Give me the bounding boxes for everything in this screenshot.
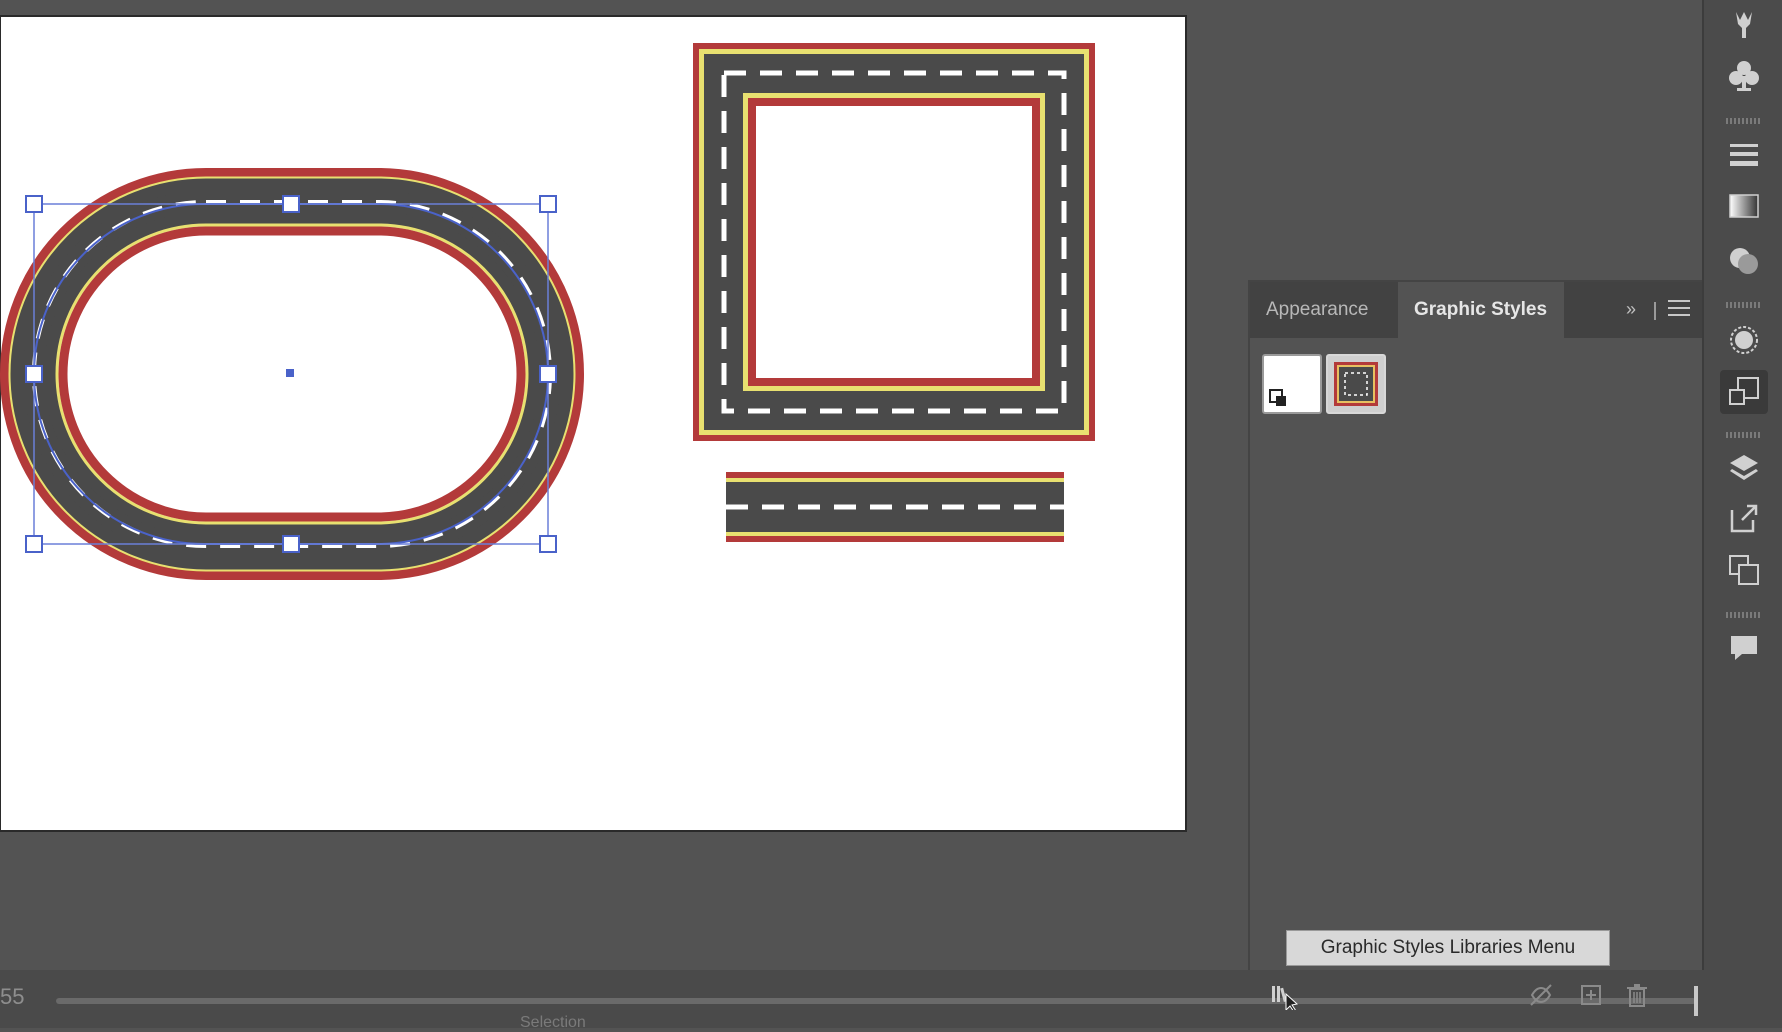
default-graphic-style-swatch[interactable] <box>1262 354 1322 414</box>
panel-group-grip[interactable] <box>1726 302 1762 308</box>
panel-menu-icon[interactable] <box>1668 300 1690 318</box>
artboards-icon[interactable] <box>1720 548 1768 592</box>
status-mode-label: Selection <box>520 1014 586 1031</box>
appearance-icon[interactable] <box>1720 318 1768 362</box>
road-graphic-style-swatch[interactable] <box>1326 354 1386 414</box>
scrollbar-thumb[interactable] <box>1694 986 1698 1016</box>
comments-icon[interactable] <box>1720 626 1768 670</box>
panel-group-grip[interactable] <box>1726 612 1762 618</box>
libraries-menu-icon[interactable] <box>1268 980 1299 1013</box>
horizontal-scrollbar[interactable] <box>56 998 1696 1004</box>
stroke-icon[interactable] <box>1720 132 1768 176</box>
square-track[interactable] <box>693 43 1095 441</box>
panel-tab-bar: Appearance Graphic Styles » <box>1250 282 1704 338</box>
puppet-warp-icon[interactable] <box>1720 2 1768 46</box>
resize-handle <box>25 535 43 553</box>
resize-handle <box>25 195 43 213</box>
default-style-icon <box>1269 389 1286 406</box>
panel-divider <box>1654 302 1656 320</box>
export-icon[interactable] <box>1720 496 1768 540</box>
center-point <box>286 369 294 377</box>
zoom-level[interactable]: 55 <box>0 984 24 1010</box>
road-style-icon <box>1334 362 1378 406</box>
resize-handle <box>539 535 557 553</box>
straight-road[interactable] <box>726 472 1064 542</box>
panel-group-grip[interactable] <box>1726 118 1762 124</box>
transparency-icon[interactable] <box>1720 238 1768 282</box>
resize-handle <box>539 195 557 213</box>
graphic-styles-panel: Appearance Graphic Styles » <box>1248 280 1704 972</box>
resize-handle <box>25 365 43 383</box>
panel-group-grip[interactable] <box>1726 432 1762 438</box>
resize-handle <box>282 535 300 553</box>
status-bar: 55 Selection <box>0 970 1782 1031</box>
break-link-icon[interactable] <box>1526 980 1556 1010</box>
club-symbol-icon[interactable] <box>1720 54 1768 98</box>
new-graphic-style-icon[interactable] <box>1576 980 1606 1010</box>
panel-expand-icon[interactable]: » <box>1620 298 1642 320</box>
tab-appearance[interactable]: Appearance <box>1250 282 1384 338</box>
layers-icon[interactable] <box>1720 446 1768 490</box>
resize-handle <box>282 195 300 213</box>
delete-icon[interactable] <box>1622 980 1652 1010</box>
workspace: Appearance Graphic Styles » Graphic Styl… <box>0 0 1782 1031</box>
resize-handle <box>539 365 557 383</box>
gradient-icon[interactable] <box>1720 184 1768 228</box>
panel-dock-toolbar <box>1702 0 1782 970</box>
graphic-styles-icon[interactable] <box>1720 370 1768 414</box>
tooltip-graphic-styles-libraries: Graphic Styles Libraries Menu <box>1286 930 1610 966</box>
tab-graphic-styles[interactable]: Graphic Styles <box>1398 282 1564 338</box>
